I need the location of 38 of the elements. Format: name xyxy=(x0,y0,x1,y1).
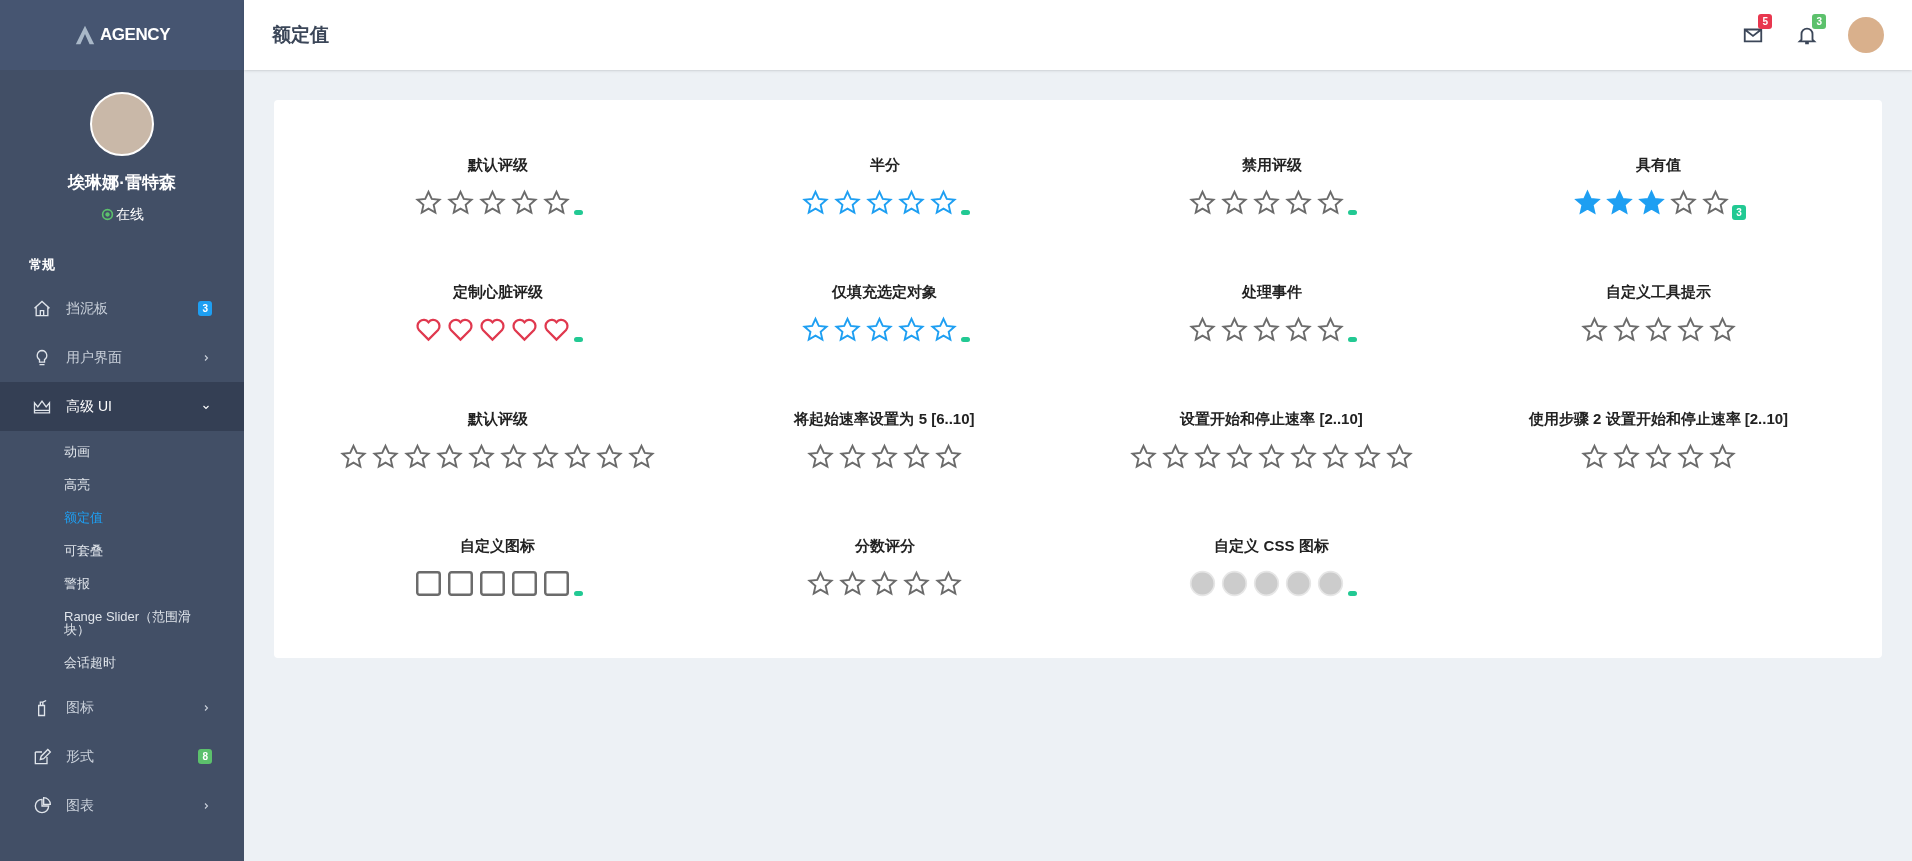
rating-title: 默认评级 xyxy=(467,409,528,429)
submenu-item[interactable]: 高亮 xyxy=(0,468,244,501)
rating-value-badge: 3 xyxy=(1732,204,1746,220)
rating-title: 仅填充选定对象 xyxy=(832,282,937,302)
sidebar-item[interactable]: 高级 UI xyxy=(0,382,244,431)
rating-title: 自定义 CSS 图标 xyxy=(1214,536,1329,556)
rating-title: 半分 xyxy=(869,155,900,175)
submenu-item[interactable]: 可套叠 xyxy=(0,534,244,567)
rating-title: 使用步骤 2 设置开始和停止速率 [2..10] xyxy=(1528,409,1789,429)
user-status: 在线 xyxy=(115,204,144,224)
rating-title: 将起始速率设置为 5 [6..10] xyxy=(794,409,975,429)
rating-title: 定制心脏评级 xyxy=(452,282,543,302)
rating-title: 自定义图标 xyxy=(460,536,535,556)
user-name: 埃琳娜·雷特森 xyxy=(68,172,176,194)
page-title: 额定值 xyxy=(272,22,330,47)
mail-count-badge: 5 xyxy=(1758,14,1772,29)
submenu-item[interactable]: 动画 xyxy=(0,435,244,468)
home-icon xyxy=(32,298,52,319)
submenu-item[interactable]: 警报 xyxy=(0,567,244,600)
rating-title: 具有值 xyxy=(1636,155,1681,175)
rating-title: 自定义工具提示 xyxy=(1606,282,1711,302)
submenu-item[interactable]: Range Slider（范围滑块） xyxy=(0,600,244,646)
edit-icon xyxy=(32,746,52,767)
count-badge: 8 xyxy=(198,749,212,764)
notification-count-badge: 3 xyxy=(1812,14,1826,29)
rating-title: 默认评级 xyxy=(467,155,528,175)
online-status-icon xyxy=(100,207,114,221)
pie-chart-icon xyxy=(32,795,52,816)
rating-title: 分数评分 xyxy=(854,536,915,556)
user-avatar xyxy=(90,92,154,156)
logo-text: AGENCY xyxy=(99,24,171,47)
section-heading: 常规 xyxy=(28,255,56,274)
rating-title: 处理事件 xyxy=(1241,282,1302,302)
submenu-item[interactable]: 会话超时 xyxy=(0,646,244,679)
logo-icon xyxy=(73,24,96,46)
count-badge: 3 xyxy=(198,301,212,316)
rating-title: 禁用评级 xyxy=(1241,155,1302,175)
rating-title: 设置开始和停止速率 [2..10] xyxy=(1180,409,1363,429)
